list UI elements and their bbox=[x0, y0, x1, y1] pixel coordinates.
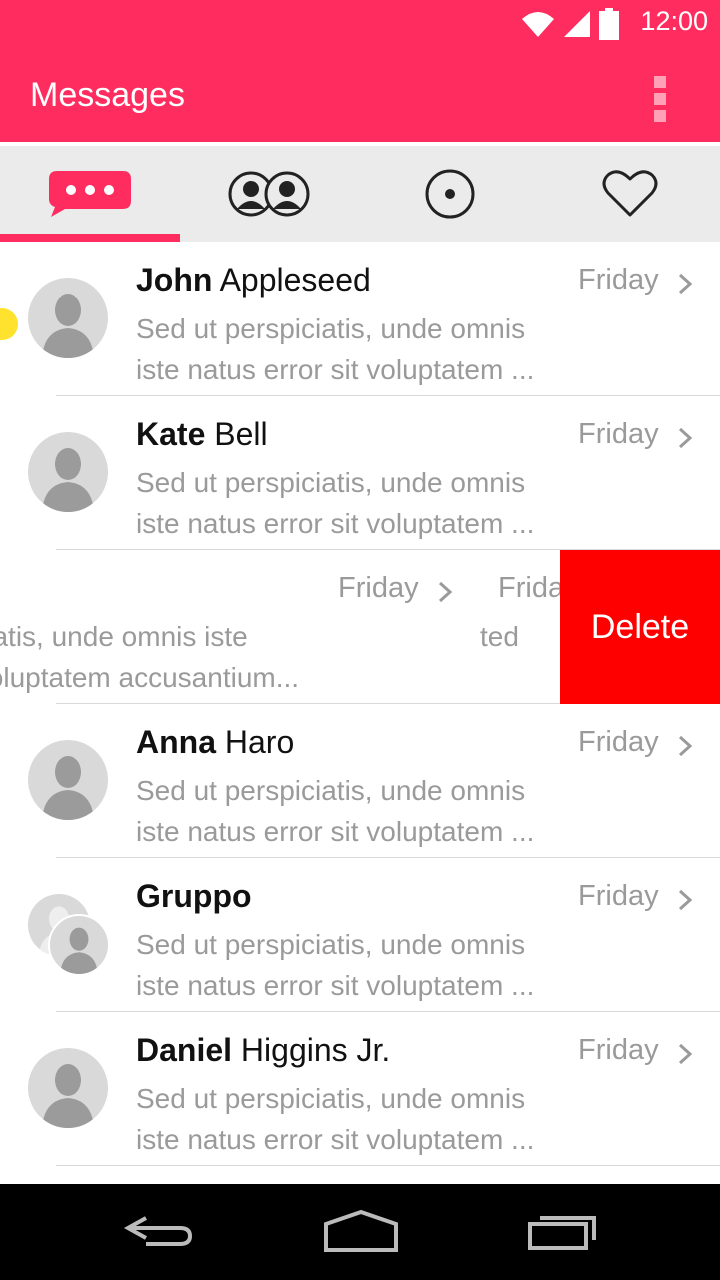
status-icons bbox=[520, 6, 620, 42]
chevron-right-icon bbox=[678, 889, 693, 911]
message-row-swiped[interactable]: ast perspiciatis, unde omnis isteror sit… bbox=[0, 550, 720, 704]
tab-favorites[interactable] bbox=[540, 146, 720, 242]
contact-name: John Appleseed bbox=[136, 262, 371, 298]
avatar bbox=[28, 278, 108, 358]
recents-button[interactable] bbox=[516, 1206, 606, 1258]
message-time: Friday bbox=[578, 264, 659, 296]
chevron-right-icon bbox=[678, 735, 693, 757]
app-bar: 12:00 Messages bbox=[0, 0, 720, 142]
group-avatar bbox=[28, 894, 112, 978]
avatar bbox=[28, 740, 108, 820]
chevron-right-icon bbox=[678, 1043, 693, 1065]
back-button[interactable] bbox=[116, 1206, 206, 1258]
contacts-icon bbox=[228, 171, 310, 217]
message-time: Friday bbox=[578, 1034, 659, 1066]
message-list: John Appleseed Sed ut perspiciatis, unde… bbox=[0, 242, 720, 1184]
chevron-right-icon bbox=[678, 427, 693, 449]
message-time: Friday bbox=[578, 880, 659, 912]
hidden-row-time: Frida bbox=[498, 572, 565, 604]
person-icon bbox=[42, 1064, 94, 1128]
page-title: Messages bbox=[30, 76, 185, 114]
message-time: Friday bbox=[338, 572, 419, 604]
message-time: Friday bbox=[578, 418, 659, 450]
delete-button[interactable]: Delete bbox=[560, 550, 720, 704]
battery-icon bbox=[599, 8, 619, 40]
message-row[interactable]: Anna Haro Sed ut perspiciatis, unde omni… bbox=[0, 704, 720, 858]
contact-name: Daniel Higgins Jr. bbox=[136, 1032, 391, 1068]
status-time: 12:00 bbox=[640, 6, 708, 36]
message-time: Friday bbox=[578, 726, 659, 758]
divider bbox=[56, 1165, 720, 1166]
person-icon bbox=[42, 756, 94, 820]
message-preview: Sed ut perspiciatis, unde omnis iste natu… bbox=[136, 313, 535, 385]
message-row[interactable]: Daniel Higgins Jr. Sed ut perspiciatis, … bbox=[0, 1012, 720, 1166]
home-button[interactable] bbox=[316, 1206, 406, 1258]
contact-name: Gruppo bbox=[136, 878, 252, 914]
recents-icon bbox=[528, 1216, 596, 1250]
chat-bubble-icon bbox=[49, 171, 131, 217]
avatar bbox=[48, 914, 110, 976]
unread-indicator bbox=[0, 308, 18, 340]
back-icon bbox=[123, 1216, 193, 1246]
overflow-menu-icon[interactable] bbox=[652, 76, 668, 122]
circle-dot-icon bbox=[425, 169, 475, 219]
system-nav-bar bbox=[0, 1184, 720, 1280]
contact-name: Anna Haro bbox=[136, 724, 295, 760]
message-row[interactable]: John Appleseed Sed ut perspiciatis, unde… bbox=[0, 242, 720, 396]
wifi-icon bbox=[522, 12, 554, 37]
heart-icon bbox=[602, 170, 658, 217]
swiped-row-content[interactable]: ast perspiciatis, unde omnis isteror sit… bbox=[0, 550, 560, 704]
message-preview: Sed ut perspiciatis, unde omnis iste natu… bbox=[136, 467, 535, 539]
message-preview: Sed ut perspiciatis, unde omnis iste natu… bbox=[136, 775, 535, 847]
active-tab-indicator bbox=[0, 234, 180, 242]
tab-messages[interactable] bbox=[0, 146, 180, 242]
message-preview: Sed ut perspiciatis, unde omnis iste natu… bbox=[136, 929, 535, 1001]
tab-bar bbox=[0, 146, 720, 242]
message-preview: perspiciatis, unde omnis isteror sit vol… bbox=[0, 621, 300, 693]
signal-icon bbox=[564, 11, 590, 37]
home-icon bbox=[324, 1209, 398, 1252]
avatar bbox=[28, 1048, 108, 1128]
chevron-right-icon bbox=[438, 581, 453, 603]
chevron-right-icon bbox=[678, 273, 693, 295]
person-icon bbox=[42, 294, 94, 358]
tab-status[interactable] bbox=[360, 146, 540, 242]
hidden-row-preview: ted bbox=[480, 621, 519, 652]
message-row[interactable]: Kate Bell Sed ut perspiciatis, unde omni… bbox=[0, 396, 720, 550]
tab-contacts[interactable] bbox=[180, 146, 360, 242]
contact-name: Kate Bell bbox=[136, 416, 268, 452]
avatar bbox=[28, 432, 108, 512]
message-row[interactable]: Gruppo Sed ut perspiciatis, unde omnis is… bbox=[0, 858, 720, 1012]
person-icon bbox=[60, 927, 98, 974]
person-icon bbox=[42, 448, 94, 512]
message-preview: Sed ut perspiciatis, unde omnis iste natu… bbox=[136, 1083, 535, 1155]
